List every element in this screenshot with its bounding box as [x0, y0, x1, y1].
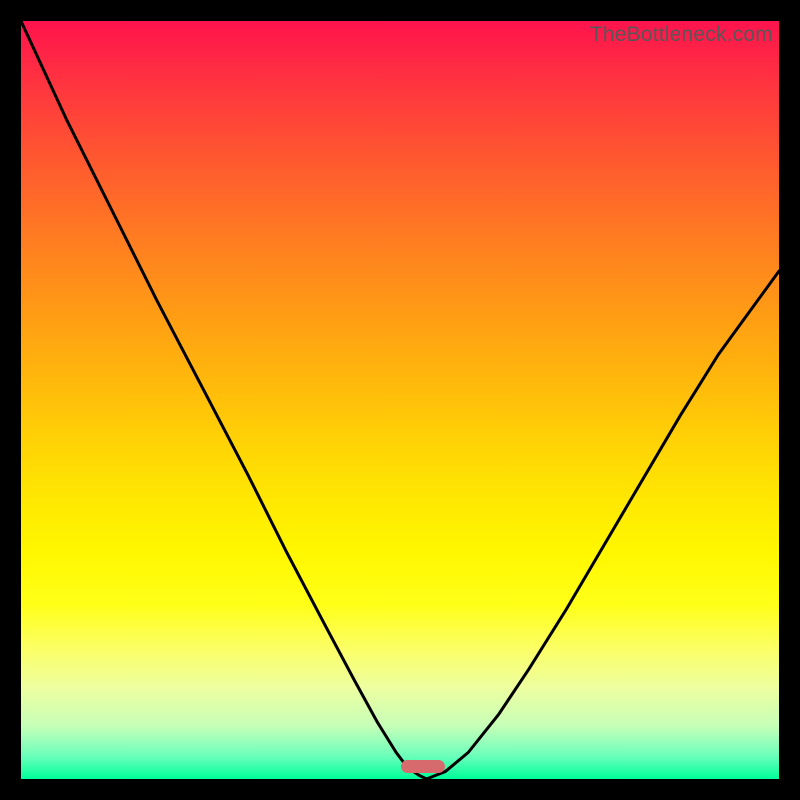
- bottleneck-curve: [21, 21, 779, 779]
- plot-area: TheBottleneck.com: [21, 21, 779, 779]
- optimal-marker: [401, 760, 445, 773]
- chart-frame: TheBottleneck.com: [0, 0, 800, 800]
